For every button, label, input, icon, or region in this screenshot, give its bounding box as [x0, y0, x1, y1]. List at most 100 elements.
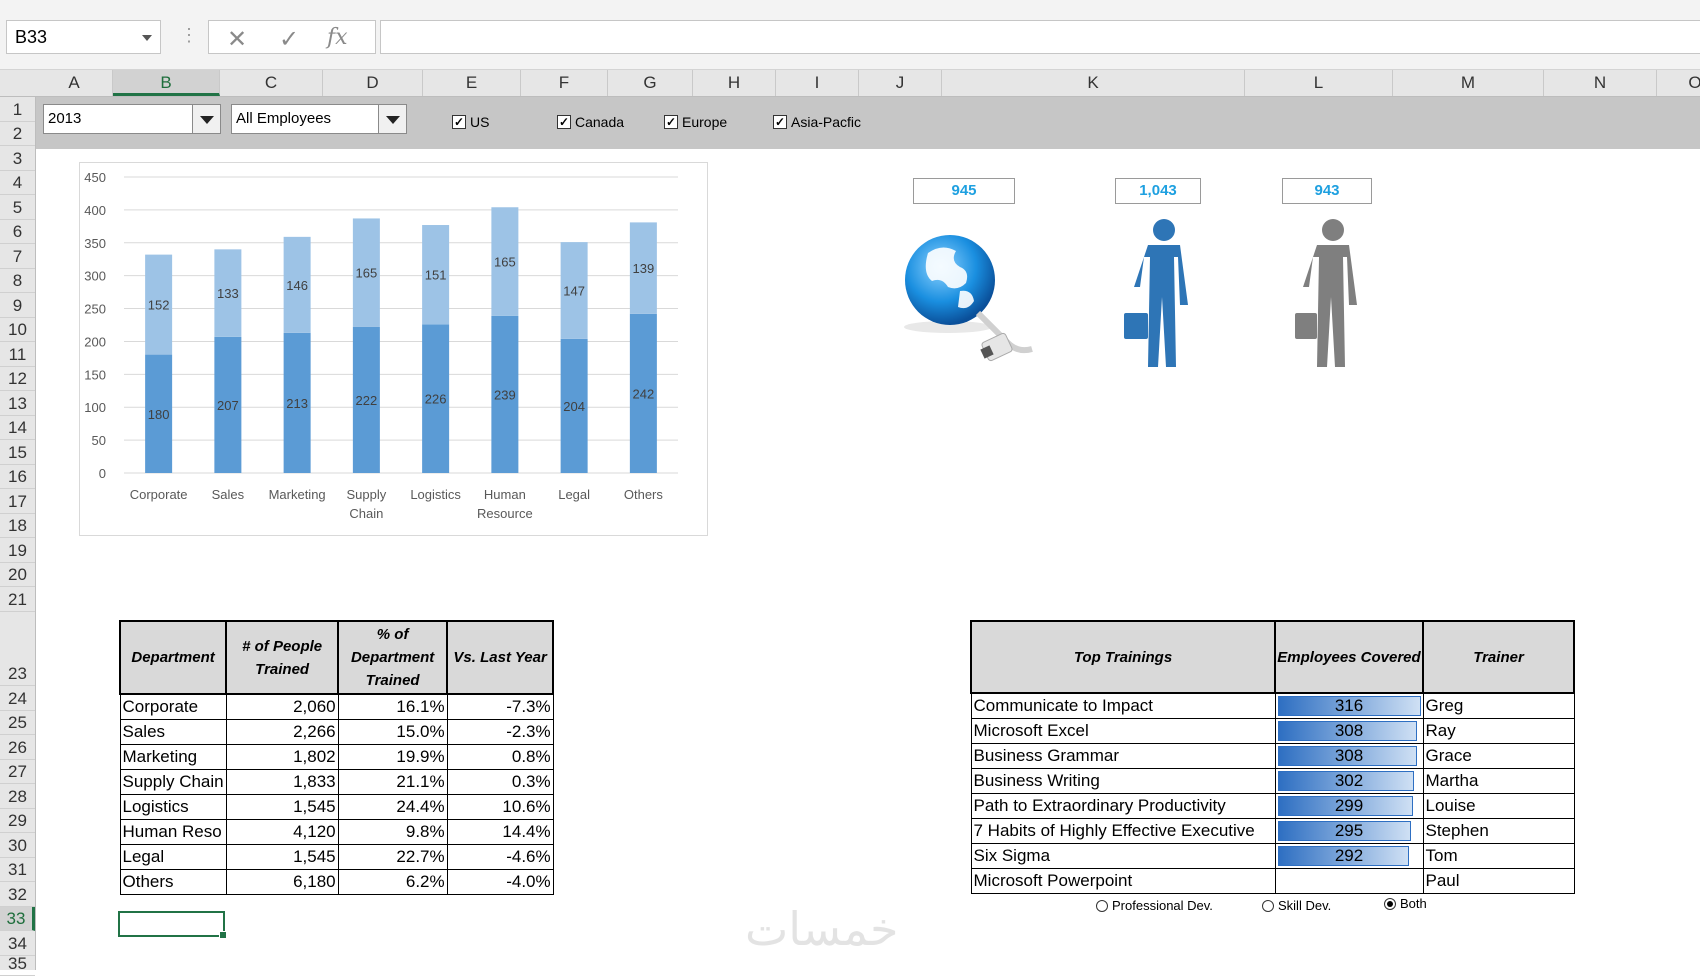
chevron-down-icon[interactable] [192, 105, 220, 133]
column-header-o[interactable]: O [1657, 70, 1700, 96]
row-header-33[interactable]: 33 [0, 907, 35, 931]
training-name-cell[interactable]: Microsoft Excel [970, 717, 1276, 744]
row-header-26[interactable]: 26 [0, 735, 35, 760]
table-cell[interactable]: Supply Chain [119, 768, 227, 795]
checkbox-icon[interactable]: ✓ [452, 115, 466, 129]
year-dropdown[interactable]: 2013 [43, 104, 221, 134]
table-cell[interactable]: 0.3% [446, 768, 554, 795]
row-header-15[interactable]: 15 [0, 440, 35, 465]
column-header-e[interactable]: E [423, 70, 521, 96]
row-header-18[interactable]: 18 [0, 514, 35, 538]
employees-covered-cell[interactable]: 308 [1274, 742, 1424, 769]
radio-professional-dev[interactable]: Professional Dev. [1096, 898, 1213, 913]
checkbox-us[interactable]: ✓ US [452, 113, 489, 131]
table-cell[interactable]: 6.2% [337, 868, 448, 895]
training-name-cell[interactable]: 7 Habits of Highly Effective Executive [970, 817, 1276, 844]
column-header-m[interactable]: M [1393, 70, 1544, 96]
table-cell[interactable]: 0.8% [446, 743, 554, 770]
row-header-14[interactable]: 14 [0, 416, 35, 440]
table-cell[interactable]: Logistics [119, 793, 227, 820]
column-header-d[interactable]: D [323, 70, 423, 96]
trainer-cell[interactable]: Greg [1422, 692, 1575, 719]
row-header-8[interactable]: 8 [0, 269, 35, 293]
table-cell[interactable]: -4.6% [446, 843, 554, 870]
enter-icon[interactable]: ✓ [279, 25, 299, 54]
employees-covered-cell[interactable]: 302 [1274, 767, 1424, 794]
trainer-cell[interactable]: Ray [1422, 717, 1575, 744]
employees-covered-cell[interactable]: 308 [1274, 717, 1424, 744]
trainer-cell[interactable]: Louise [1422, 792, 1575, 819]
cancel-icon[interactable]: ✕ [227, 25, 247, 54]
checkbox-canada[interactable]: ✓ Canada [557, 113, 624, 131]
table-cell[interactable]: 6,180 [225, 868, 339, 895]
row-header-25[interactable]: 25 [0, 711, 35, 735]
column-header-l[interactable]: L [1245, 70, 1393, 96]
column-header-n[interactable]: N [1544, 70, 1657, 96]
row-header-7[interactable]: 7 [0, 244, 35, 269]
chevron-down-icon[interactable] [142, 35, 152, 41]
table-cell[interactable]: -7.3% [446, 693, 554, 720]
trainer-cell[interactable]: Grace [1422, 742, 1575, 769]
row-header-28[interactable]: 28 [0, 784, 35, 809]
training-name-cell[interactable]: Communicate to Impact [970, 692, 1276, 719]
radio-icon[interactable] [1262, 899, 1274, 912]
row-header-29[interactable]: 29 [0, 809, 35, 833]
employees-covered-cell[interactable]: 299 [1274, 792, 1424, 819]
table-cell[interactable]: Legal [119, 843, 227, 870]
table-cell[interactable]: Corporate [119, 693, 227, 720]
table-cell[interactable]: 22.7% [337, 843, 448, 870]
table-cell[interactable]: 2,060 [225, 693, 339, 720]
training-name-cell[interactable]: Path to Extraordinary Productivity [970, 792, 1276, 819]
training-name-cell[interactable]: Business Grammar [970, 742, 1276, 769]
row-header-16[interactable]: 16 [0, 465, 35, 489]
trainer-cell[interactable]: Paul [1422, 867, 1575, 894]
column-header-k[interactable]: K [942, 70, 1245, 96]
row-header-35[interactable]: 35 [0, 954, 35, 976]
column-header-f[interactable]: F [521, 70, 608, 96]
row-header-13[interactable]: 13 [0, 391, 35, 416]
active-cell-b33[interactable] [118, 911, 227, 939]
formula-input[interactable] [380, 20, 1700, 54]
column-header-g[interactable]: G [608, 70, 693, 96]
row-header-2[interactable]: 2 [0, 122, 35, 146]
row-header-30[interactable]: 30 [0, 833, 35, 858]
checkbox-icon[interactable]: ✓ [773, 115, 787, 129]
table-cell[interactable]: 24.4% [337, 793, 448, 820]
column-header-c[interactable]: C [220, 70, 323, 96]
table-cell[interactable]: 2,266 [225, 718, 339, 745]
trainer-cell[interactable]: Stephen [1422, 817, 1575, 844]
row-header-21[interactable]: 21 [0, 587, 35, 612]
table-cell[interactable]: Sales [119, 718, 227, 745]
row-header-6[interactable]: 6 [0, 220, 35, 244]
table-cell[interactable]: 21.1% [337, 768, 448, 795]
column-header-a[interactable]: A [36, 70, 113, 96]
table-cell[interactable]: -2.3% [446, 718, 554, 745]
trainer-cell[interactable]: Martha [1422, 767, 1575, 794]
table-cell[interactable]: Others [119, 868, 227, 895]
column-header-h[interactable]: H [693, 70, 776, 96]
column-header-i[interactable]: I [776, 70, 859, 96]
checkbox-europe[interactable]: ✓ Europe [664, 113, 727, 131]
table-cell[interactable]: 16.1% [337, 693, 448, 720]
table-cell[interactable]: 1,545 [225, 793, 339, 820]
table-cell[interactable]: 19.9% [337, 743, 448, 770]
table-cell[interactable]: 1,545 [225, 843, 339, 870]
row-header-9[interactable]: 9 [0, 293, 35, 318]
training-by-department-chart[interactable]: 0 50 100 150 200 250 300 350 400 450 180 152 Corpora… [79, 162, 708, 536]
employees-covered-cell[interactable]: 292 [1274, 842, 1424, 869]
row-header-27[interactable]: 27 [0, 760, 35, 784]
row-header-34[interactable]: 34 [0, 931, 35, 956]
training-name-cell[interactable]: Microsoft Powerpoint [970, 867, 1276, 894]
table-cell[interactable]: 1,833 [225, 768, 339, 795]
checkbox-icon[interactable]: ✓ [664, 115, 678, 129]
row-header-32[interactable]: 32 [0, 882, 35, 907]
table-cell[interactable]: 10.6% [446, 793, 554, 820]
radio-both[interactable]: Both [1384, 896, 1427, 911]
table-cell[interactable]: -4.0% [446, 868, 554, 895]
checkbox-asia-pacific[interactable]: ✓ Asia-Pacfic [773, 113, 861, 131]
table-cell[interactable]: Marketing [119, 743, 227, 770]
employees-covered-cell[interactable] [1274, 867, 1424, 894]
table-cell[interactable]: Human Reso [119, 818, 227, 845]
radio-icon[interactable] [1384, 897, 1396, 910]
checkbox-icon[interactable]: ✓ [557, 115, 571, 129]
